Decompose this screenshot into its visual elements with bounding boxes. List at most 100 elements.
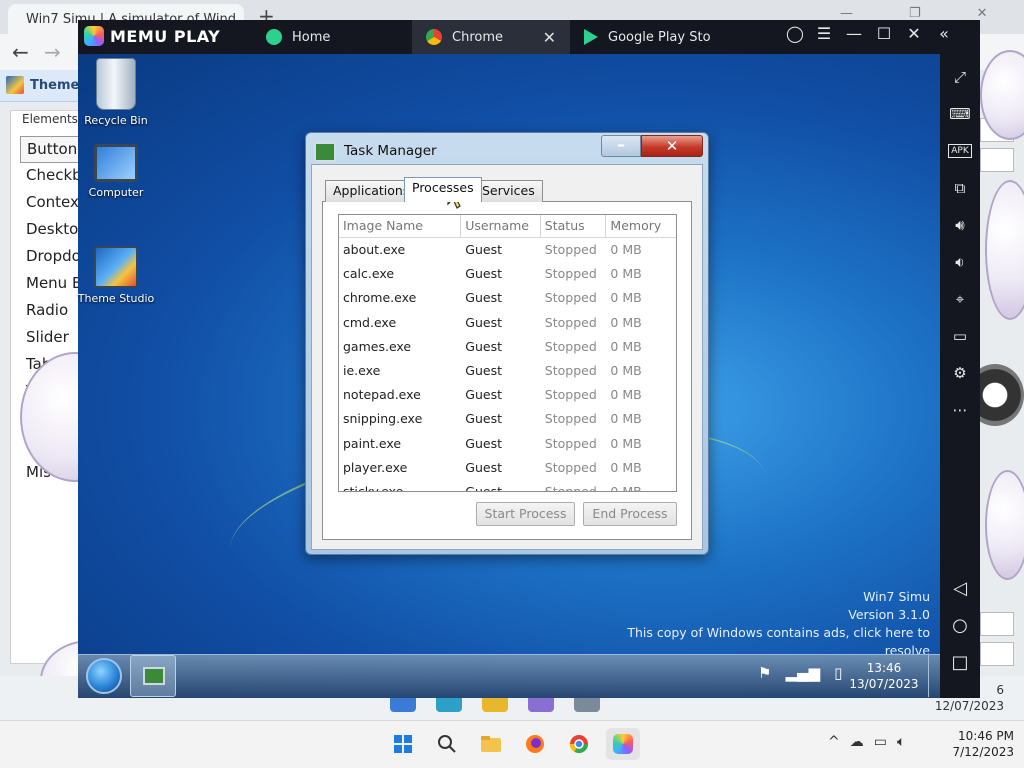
- memu-icon[interactable]: [606, 728, 640, 760]
- process-username: Guest: [465, 483, 502, 492]
- tray-chevron-icon[interactable]: ^: [828, 734, 840, 750]
- minimize-icon[interactable]: —: [846, 24, 862, 43]
- win7-date: 13/07/2023: [849, 677, 919, 691]
- element-list-item[interactable]: Context: [20, 190, 80, 217]
- win11-time: 10:46 PM: [958, 729, 1014, 743]
- chrome-icon[interactable]: [562, 728, 596, 760]
- network-signal-icon[interactable]: ▂▄▆: [785, 664, 820, 682]
- menu-icon[interactable]: ☰: [816, 24, 832, 43]
- desktop-icon-recycle-bin[interactable]: Recycle Bin: [76, 58, 156, 127]
- host-restore-icon[interactable]: ❐: [909, 6, 921, 21]
- end-process-button[interactable]: End Process: [583, 502, 677, 526]
- host-minimize-icon[interactable]: —: [840, 6, 853, 21]
- volume-up-icon[interactable]: 🔊︎: [946, 206, 974, 243]
- win7-start-button[interactable]: [86, 658, 122, 694]
- more-icon[interactable]: ⋯: [946, 391, 974, 428]
- home-circle-icon[interactable]: ○: [946, 607, 974, 644]
- volume-down-icon[interactable]: 🔉︎: [946, 243, 974, 280]
- memu-tab-close-icon[interactable]: ✕: [543, 28, 556, 47]
- process-table[interactable]: Image Name Username Status Memory about.…: [338, 214, 677, 492]
- windows-start-icon[interactable]: [386, 728, 420, 760]
- right-field[interactable]: [980, 148, 1014, 172]
- process-row[interactable]: ie.exe Guest Stopped 0 MB: [339, 359, 676, 383]
- host-back-button[interactable]: ←: [12, 40, 29, 64]
- element-list-item[interactable]: Menu B: [20, 271, 80, 298]
- folder-icon[interactable]: ▭: [946, 317, 974, 354]
- right-field[interactable]: [980, 612, 1014, 636]
- back-icon[interactable]: ◁: [946, 570, 974, 607]
- location-icon[interactable]: ⌖: [946, 280, 974, 317]
- task-manager-title: Task Manager: [344, 143, 437, 159]
- host-forward-button[interactable]: →: [44, 40, 61, 64]
- process-row[interactable]: notepad.exe Guest Stopped 0 MB: [339, 383, 676, 407]
- win7-clock[interactable]: 13:46 13/07/2023: [840, 660, 928, 692]
- win11-clock[interactable]: 10:46 PM 7/12/2023: [944, 728, 1014, 760]
- element-list-item[interactable]: Radio: [20, 298, 80, 325]
- collapse-icon[interactable]: «: [936, 24, 952, 43]
- process-row[interactable]: chrome.exe Guest Stopped 0 MB: [339, 286, 676, 310]
- recents-icon[interactable]: □: [946, 644, 974, 681]
- process-row[interactable]: cmd.exe Guest Stopped 0 MB: [339, 311, 676, 335]
- process-image-name: cmd.exe: [343, 314, 397, 330]
- keyboard-icon[interactable]: ⌨: [946, 95, 974, 132]
- memu-tab-chrome[interactable]: Chrome ✕: [412, 20, 570, 54]
- computer-icon: [94, 144, 138, 182]
- process-image-name: snipping.exe: [343, 411, 423, 427]
- memu-tab-home[interactable]: Home: [252, 20, 412, 54]
- task-manager-close-button[interactable]: ✕: [641, 135, 703, 157]
- action-center-flag-icon[interactable]: ⚑: [758, 664, 771, 682]
- process-row[interactable]: about.exe Guest Stopped 0 MB: [339, 238, 676, 262]
- process-row[interactable]: snipping.exe Guest Stopped 0 MB: [339, 407, 676, 431]
- maximize-icon[interactable]: ☐: [876, 24, 892, 43]
- element-list-item[interactable]: Button: [20, 136, 80, 163]
- element-list-item[interactable]: Desktop: [20, 217, 80, 244]
- taskbar-task-manager-button[interactable]: [130, 655, 176, 697]
- win11-date: 7/12/2023: [952, 745, 1014, 759]
- fullscreen-icon[interactable]: ⤢: [946, 58, 974, 95]
- column-header-status[interactable]: Status: [541, 215, 607, 237]
- apk-icon[interactable]: APK: [946, 132, 974, 169]
- process-row[interactable]: player.exe Guest Stopped 0 MB: [339, 456, 676, 480]
- tab-services[interactable]: Services: [474, 180, 543, 202]
- column-header-username[interactable]: Username: [461, 215, 541, 237]
- element-list-item[interactable]: Dropdo: [20, 244, 80, 271]
- process-image-name: games.exe: [343, 338, 412, 354]
- memu-window-controls: ◯ ☰ — ☐ ✕ «: [786, 24, 952, 43]
- desktop-icon-theme-studio[interactable]: Theme Studio: [76, 246, 156, 305]
- process-row[interactable]: calc.exe Guest Stopped 0 MB: [339, 262, 676, 286]
- process-rows: about.exe Guest Stopped 0 MB calc.exe Guest St…: [339, 238, 676, 492]
- memu-tab-label: Home: [292, 29, 331, 45]
- host-close-icon[interactable]: ✕: [977, 6, 988, 21]
- memu-tab-play-store[interactable]: Google Play Store: [570, 20, 710, 54]
- right-field[interactable]: [980, 642, 1014, 666]
- activation-watermark[interactable]: Win7 Simu Version 3.1.0 This copy of Win…: [590, 588, 930, 660]
- process-image-name: chrome.exe: [343, 290, 417, 306]
- start-process-button[interactable]: Start Process: [476, 502, 575, 526]
- column-header-memory[interactable]: Memory: [606, 215, 676, 237]
- element-list-item[interactable]: Checkb: [20, 163, 80, 190]
- tab-processes[interactable]: Processes: [404, 177, 482, 202]
- process-image-name: paint.exe: [343, 435, 402, 451]
- process-status: Stopped: [544, 411, 597, 427]
- cloud-offline-icon[interactable]: ☁: [850, 734, 864, 750]
- speaker-icon[interactable]: 🔈︎: [897, 734, 905, 750]
- display-icon[interactable]: ▭: [874, 734, 887, 750]
- firefox-icon[interactable]: [518, 728, 552, 760]
- settings-icon[interactable]: ⚙: [946, 354, 974, 391]
- search-icon[interactable]: [430, 728, 464, 760]
- desktop-icon-computer[interactable]: Computer: [76, 144, 156, 199]
- memu-logo-text: MEMU PLAY: [110, 26, 221, 46]
- process-image-name: about.exe: [343, 242, 406, 257]
- task-manager-minimize-button[interactable]: –: [601, 135, 641, 157]
- close-icon[interactable]: ✕: [906, 24, 922, 43]
- multi-instance-icon[interactable]: ⧉: [946, 169, 974, 206]
- element-list-item[interactable]: Slider: [20, 325, 80, 352]
- process-row[interactable]: games.exe Guest Stopped 0 MB: [339, 335, 676, 359]
- column-header-image-name[interactable]: Image Name: [339, 215, 462, 237]
- process-username: Guest: [465, 290, 502, 306]
- account-icon[interactable]: ◯: [786, 24, 804, 43]
- process-row[interactable]: paint.exe Guest Stopped 0 MB: [339, 432, 676, 456]
- process-row[interactable]: sticky.exe Guest Stopped 0 MB: [339, 480, 676, 492]
- file-explorer-icon[interactable]: [474, 728, 508, 760]
- show-desktop-button[interactable]: [928, 655, 938, 697]
